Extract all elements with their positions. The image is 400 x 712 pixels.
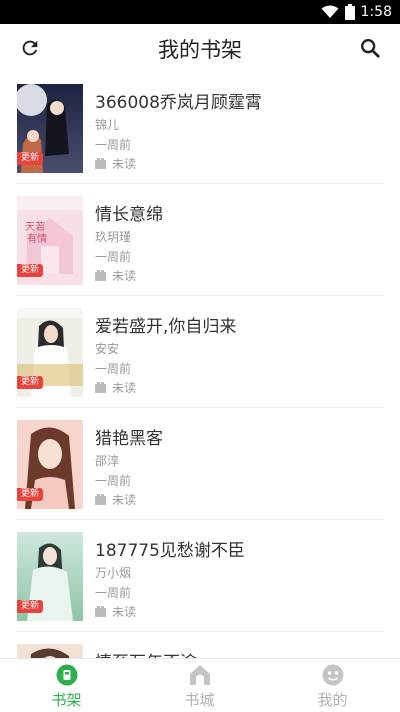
book-item[interactable]: 情至万年不渝 (0, 632, 400, 658)
book-item[interactable]: 更新 366008乔岚月顾霆霄 锦儿 一周前 未读 (0, 72, 400, 184)
update-time: 一周前 (95, 362, 132, 376)
update-time: 一周前 (95, 138, 132, 152)
tab-bookshelf[interactable]: 书架 (0, 659, 133, 712)
update-time: 一周前 (95, 586, 132, 600)
read-status: 未读 (95, 267, 136, 284)
book-author: 锦儿 (95, 118, 120, 132)
read-status: 未读 (95, 155, 136, 172)
tab-label: 我的 (317, 691, 348, 709)
book-author: 万小烟 (95, 566, 132, 580)
read-status: 未读 (95, 491, 136, 508)
book-icon (95, 494, 106, 505)
book-title: 情至万年不渝 (95, 648, 197, 658)
wifi-icon (321, 5, 339, 18)
update-time: 一周前 (95, 474, 132, 488)
status-bar: 1:58 (0, 0, 400, 24)
read-status-label: 未读 (112, 381, 137, 395)
update-time: 一周前 (95, 250, 132, 264)
search-icon (361, 39, 380, 58)
bookshelf-list: 更新 366008乔岚月顾霆霄 锦儿 一周前 未读 天若 有情 更新 情长意绵 … (0, 72, 400, 658)
book-cover[interactable]: 更新 (17, 532, 83, 621)
bookshelf-icon (56, 664, 77, 686)
svg-text:天若: 天若 (25, 220, 45, 233)
book-author: 玖玥瑾 (95, 230, 132, 244)
update-badge: 更新 (17, 600, 44, 613)
page-title: 我的书架 (158, 38, 242, 62)
read-status: 未读 (95, 603, 136, 620)
read-status: 未读 (95, 379, 136, 396)
book-icon (95, 270, 106, 281)
tab-label: 书城 (184, 691, 215, 709)
book-title: 爱若盛开,你自归来 (95, 317, 237, 337)
user-icon (322, 664, 343, 686)
book-title: 情长意绵 (95, 205, 163, 225)
read-status-label: 未读 (112, 493, 137, 507)
tab-label: 书架 (51, 691, 82, 709)
tab-bookstore[interactable]: 书城 (133, 659, 266, 712)
app-bar: 我的书架 (0, 24, 400, 72)
book-item[interactable]: 更新 187775见愁谢不臣 万小烟 一周前 未读 (0, 520, 400, 632)
book-author: 邵淳 (95, 454, 120, 468)
search-button[interactable] (356, 34, 384, 62)
bookstore-icon (189, 665, 210, 685)
book-cover[interactable]: 更新 (17, 308, 83, 397)
update-badge: 更新 (17, 488, 44, 501)
tab-mine[interactable]: 我的 (266, 659, 399, 712)
book-icon (95, 382, 106, 393)
update-badge: 更新 (17, 152, 44, 165)
book-icon (95, 606, 106, 617)
book-author: 安安 (95, 342, 120, 356)
status-time: 1:58 (360, 4, 392, 20)
book-title: 366008乔岚月顾霆霄 (95, 93, 262, 113)
svg-text:有情: 有情 (27, 232, 47, 245)
update-badge: 更新 (17, 264, 44, 277)
book-cover[interactable]: 更新 (17, 84, 83, 173)
book-item[interactable]: 更新 爱若盛开,你自归来 安安 一周前 未读 (0, 296, 400, 408)
update-badge: 更新 (17, 376, 44, 389)
book-title: 187775见愁谢不臣 (95, 541, 245, 561)
read-status-label: 未读 (112, 157, 137, 171)
book-title: 猎艳黑客 (95, 429, 163, 449)
battery-icon (344, 4, 355, 20)
book-item[interactable]: 天若 有情 更新 情长意绵 玖玥瑾 一周前 未读 (0, 184, 400, 296)
book-cover[interactable] (17, 644, 83, 658)
bottom-tab-bar: 书架 书城 我的 (0, 658, 400, 712)
status-icons: 1:58 (321, 3, 392, 21)
book-cover[interactable]: 更新 (17, 420, 83, 509)
read-status-label: 未读 (112, 605, 137, 619)
read-status-label: 未读 (112, 269, 137, 283)
book-icon (95, 158, 106, 169)
book-cover[interactable]: 天若 有情 更新 (17, 196, 83, 285)
book-item[interactable]: 更新 猎艳黑客 邵淳 一周前 未读 (0, 408, 400, 520)
